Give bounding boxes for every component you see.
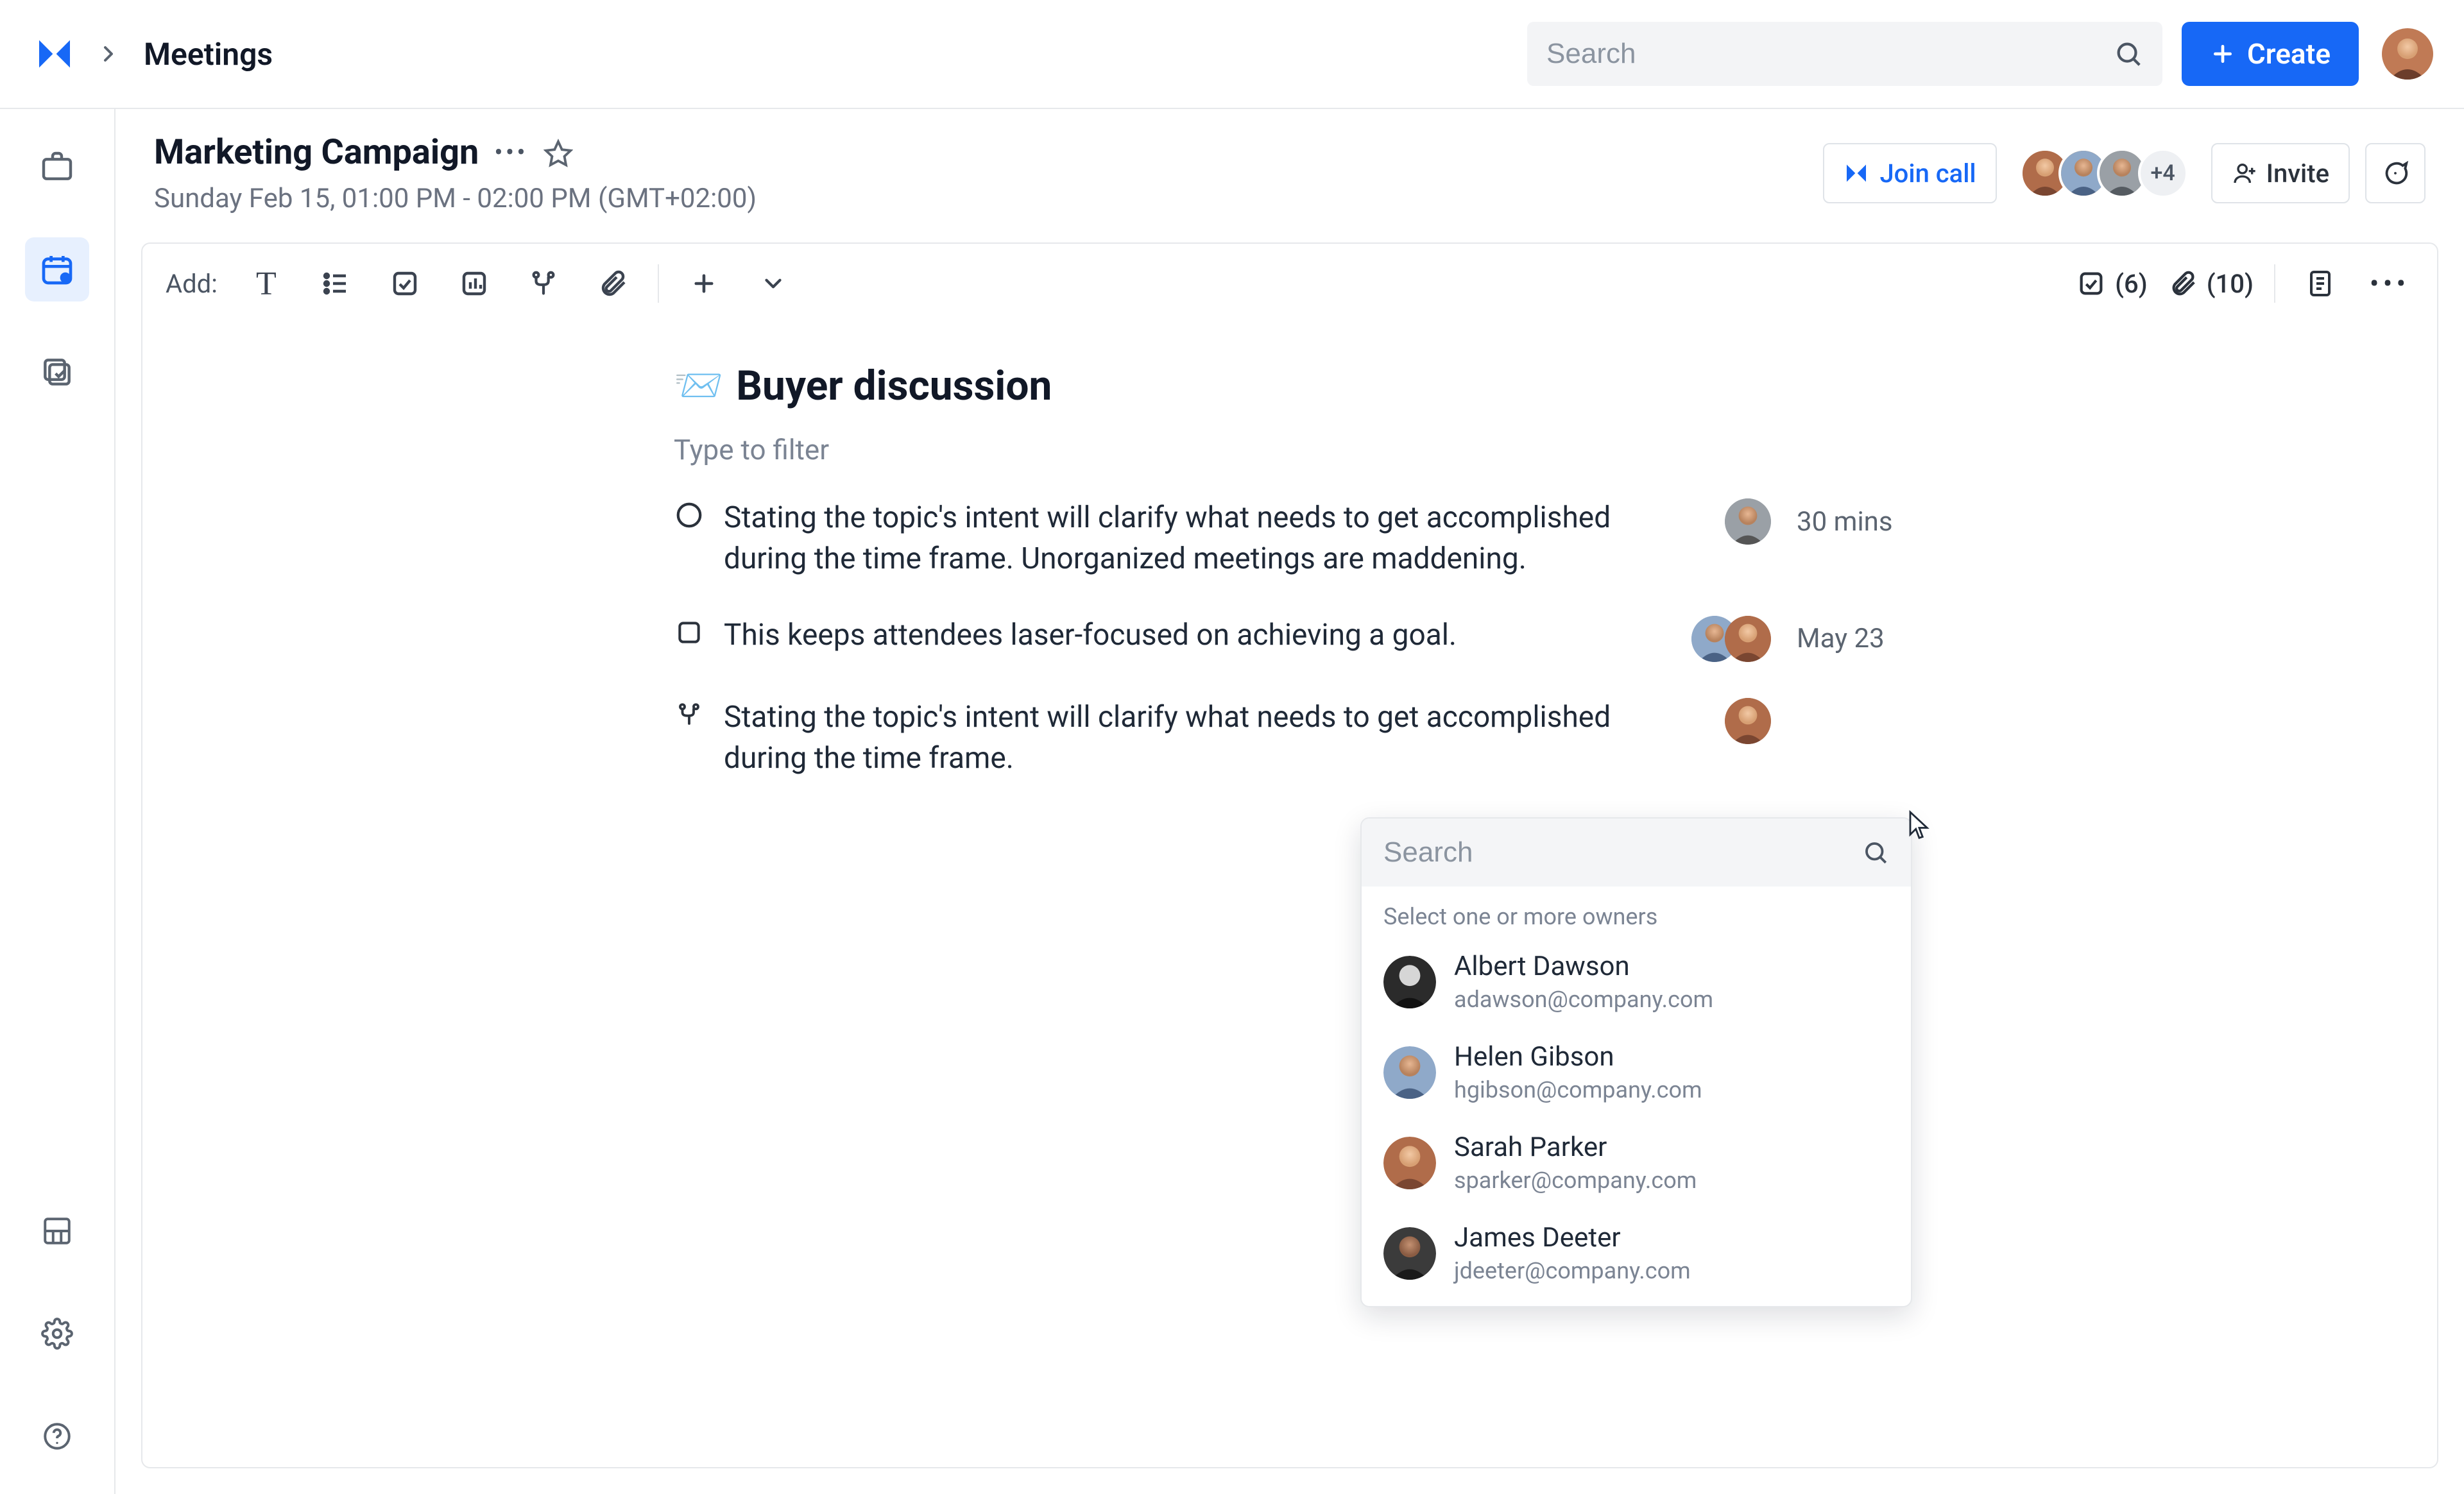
owner-search[interactable] [1362,819,1911,887]
plus-icon [2210,41,2236,67]
owner-email: hgibson@company.com [1454,1076,1702,1103]
chevron-right-icon[interactable] [86,31,131,76]
topbar: Meetings Create [0,0,2464,109]
left-nav [0,109,116,1494]
owner-email: jdeeter@company.com [1454,1257,1691,1284]
doc-emoji: 📨 [674,362,723,409]
doc-item-decision[interactable]: Stating the topic's intent will clarify … [674,697,1906,779]
app-logo[interactable] [31,30,78,78]
join-call-button[interactable]: Join call [1823,143,1996,203]
chevron-down-icon[interactable] [749,259,798,308]
global-search[interactable] [1527,22,2162,86]
nav-tasks[interactable] [25,340,89,404]
item-owner-avatar[interactable] [1725,616,1771,662]
owner-name: Albert Dawson [1454,951,1713,982]
separator [658,264,659,303]
item-text[interactable]: This keeps attendees laser-focused on ac… [724,615,1659,656]
search-icon [2114,39,2143,69]
decision-tool[interactable] [519,259,568,308]
checkbox-tool[interactable] [381,259,429,308]
app-mark-icon [1844,160,1869,186]
template-tool[interactable] [2296,259,2345,308]
doc-title[interactable]: Buyer discussion [736,362,1052,410]
item-owner-avatar[interactable] [1725,698,1771,744]
document-canvas: Add: T (6) (10) [141,242,2438,1468]
avatar [1383,1227,1436,1280]
decision-icon[interactable] [674,699,705,730]
owner-name: James Deeter [1454,1222,1691,1253]
list-tool[interactable] [311,259,360,308]
checks-count-label: (6) [2115,269,2148,299]
attendee-more[interactable]: +4 [2138,148,2188,198]
radio-icon[interactable] [674,500,705,531]
owner-option[interactable]: Albert Dawson adawson@company.com [1362,937,1911,1027]
create-button[interactable]: Create [2182,22,2359,86]
user-avatar[interactable] [2382,28,2433,80]
checkbox-icon[interactable] [674,617,705,648]
create-label: Create [2247,37,2331,71]
item-text[interactable]: Stating the topic's intent will clarify … [724,697,1693,779]
doc-item-radio[interactable]: Stating the topic's intent will clarify … [674,497,1906,580]
attachment-tool[interactable] [588,259,637,308]
search-icon [1862,839,1889,866]
invite-button[interactable]: Invite [2211,143,2350,203]
avatar [1383,956,1436,1008]
owner-name: Sarah Parker [1454,1132,1697,1163]
attach-count-label: (10) [2207,269,2254,299]
user-plus-icon [2232,160,2257,186]
separator [2274,264,2275,303]
more-icon[interactable]: ••• [494,137,528,167]
owner-popover: Select one or more owners Albert Dawson a… [1360,817,1912,1307]
document: 📨 Buyer discussion Type to filter Statin… [674,323,1906,779]
nav-calendar[interactable] [25,237,89,301]
poll-tool[interactable] [450,259,499,308]
owner-option[interactable]: Sarah Parker sparker@company.com [1362,1117,1911,1208]
page-subtitle: Sunday Feb 15, 01:00 PM - 02:00 PM (GMT+… [154,183,757,214]
item-meta[interactable]: 30 mins [1797,506,1906,538]
chat-button[interactable] [2365,143,2426,203]
attach-count[interactable]: (10) [2168,269,2254,299]
editor-toolbar: Add: T (6) (10) [142,244,2437,323]
doc-item-checkbox[interactable]: This keeps attendees laser-focused on ac… [674,615,1906,662]
checks-count[interactable]: (6) [2076,269,2148,299]
star-icon[interactable] [543,138,573,167]
item-owner-avatar[interactable] [1725,498,1771,545]
breadcrumb[interactable]: Meetings [144,36,273,72]
item-meta[interactable]: May 23 [1797,623,1906,654]
nav-briefcase[interactable] [25,135,89,199]
invite-label: Invite [2266,158,2329,189]
nav-settings[interactable] [25,1302,89,1366]
avatar [1383,1137,1436,1189]
nav-help[interactable] [25,1404,89,1468]
avatar [1383,1046,1436,1099]
page-title: Marketing Campaign [154,132,479,173]
owner-option[interactable]: Helen Gibson hgibson@company.com [1362,1027,1911,1117]
owner-email: sparker@company.com [1454,1167,1697,1194]
page-header: Marketing Campaign ••• Sunday Feb 15, 01… [116,109,2464,233]
search-input[interactable] [1546,38,2114,70]
join-call-label: Join call [1879,158,1976,189]
owner-name: Helen Gibson [1454,1041,1702,1073]
filter-hint[interactable]: Type to filter [674,433,1906,466]
text-tool[interactable]: T [242,259,291,308]
owner-email: adawson@company.com [1454,986,1713,1013]
nav-apps[interactable] [25,1199,89,1263]
cursor-icon [1906,810,1933,842]
plus-tool[interactable] [680,259,728,308]
add-label: Add: [166,269,218,299]
attendee-stack[interactable]: +4 [2020,148,2188,198]
owner-option[interactable]: James Deeter jdeeter@company.com [1362,1208,1911,1306]
more-actions[interactable]: ••• [2365,259,2414,308]
item-text[interactable]: Stating the topic's intent will clarify … [724,497,1693,580]
owner-search-input[interactable] [1383,836,1849,869]
owner-hint: Select one or more owners [1362,887,1911,937]
